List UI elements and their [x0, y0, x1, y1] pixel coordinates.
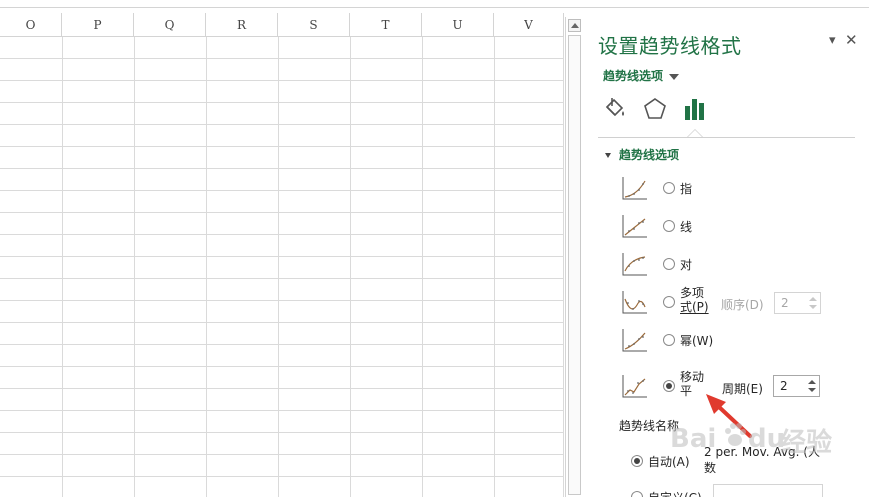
ribbon-edge — [0, 0, 869, 8]
paint-bucket-icon[interactable] — [601, 96, 627, 122]
period-stepper[interactable]: 2 — [773, 375, 820, 397]
selected-tab-pointer — [687, 129, 703, 137]
row-gridline — [0, 102, 564, 103]
spreadsheet-grid[interactable]: O P Q R S T U V — [0, 13, 564, 497]
row-gridline — [0, 410, 564, 411]
column-gridline — [134, 37, 135, 497]
row-gridline — [0, 190, 564, 191]
row-gridline — [0, 168, 564, 169]
row-gridline — [0, 212, 564, 213]
polynomial-label-line1: 多项 — [680, 286, 705, 300]
moving-average-label: 移动 平 — [680, 370, 710, 398]
column-gridline — [206, 37, 207, 497]
order-label: 顺序(D) — [721, 298, 764, 312]
column-gridline — [278, 37, 279, 497]
row-gridline — [0, 234, 564, 235]
vertical-scrollbar[interactable] — [565, 17, 582, 497]
bar-chart-icon[interactable] — [682, 96, 708, 122]
column-gridline — [494, 37, 495, 497]
exponential-radio[interactable] — [663, 182, 675, 194]
pentagon-icon[interactable] — [642, 96, 668, 122]
polynomial-label-line2: 式(P) — [680, 300, 709, 314]
column-gridline — [62, 37, 63, 497]
row-gridline — [0, 476, 564, 477]
name-auto-radio[interactable] — [631, 455, 643, 467]
row-gridline — [0, 256, 564, 257]
column-header-t[interactable]: T — [350, 13, 422, 37]
section-trendline-options[interactable]: 趋势线选项 — [605, 146, 679, 163]
moving-average-trend-icon — [622, 375, 647, 398]
trendline-options-dropdown[interactable]: 趋势线选项 — [603, 67, 680, 84]
row-gridline — [0, 146, 564, 147]
linear-label: 线 — [680, 220, 693, 234]
name-custom-radio[interactable] — [631, 491, 643, 497]
moving-average-radio[interactable] — [663, 380, 675, 392]
column-header-v[interactable]: V — [494, 13, 564, 37]
cell-area[interactable] — [0, 37, 564, 497]
column-header-p[interactable]: P — [62, 13, 134, 37]
column-header-r[interactable]: R — [206, 13, 278, 37]
moving-average-label-line1: 移动 — [680, 370, 705, 384]
moving-average-label-line2: 平 — [680, 384, 693, 398]
column-header-q[interactable]: Q — [134, 13, 206, 37]
power-trend-icon — [622, 329, 647, 352]
row-gridline — [0, 366, 564, 367]
column-gridline — [422, 37, 423, 497]
column-gridline — [350, 37, 351, 497]
pane-title: 设置趋势线格式 — [598, 34, 742, 58]
power-label: 幂(W) — [680, 334, 714, 348]
dropdown-label: 趋势线选项 — [603, 69, 664, 83]
logarithmic-label: 对 — [680, 258, 693, 272]
scroll-up-button[interactable] — [568, 19, 581, 32]
row-gridline — [0, 388, 564, 389]
name-custom-label: 自定义(C) — [648, 489, 702, 497]
order-up-arrow-icon — [809, 297, 817, 301]
linear-trend-icon — [622, 215, 647, 238]
section-label: 趋势线选项 — [619, 148, 680, 162]
logarithmic-trend-icon — [622, 253, 647, 276]
power-radio[interactable] — [663, 334, 675, 346]
row-gridline — [0, 278, 564, 279]
polynomial-trend-icon — [622, 291, 647, 314]
pane-options-caret-icon[interactable]: ▾ — [829, 33, 836, 48]
period-down-arrow-icon[interactable] — [808, 388, 816, 392]
exponential-trend-icon — [622, 177, 647, 200]
custom-name-input[interactable] — [713, 484, 823, 497]
scroll-thumb[interactable] — [568, 35, 581, 495]
trendline-name-heading: 趋势线名称 — [619, 419, 680, 433]
exponential-label: 指 — [680, 182, 693, 196]
period-label: 周期(E) — [722, 382, 763, 396]
row-gridline — [0, 124, 564, 125]
auto-name-text: 2 per. Mov. Avg. (人数 — [704, 445, 820, 475]
column-header-u[interactable]: U — [422, 13, 494, 37]
row-gridline — [0, 300, 564, 301]
collapse-triangle-icon — [605, 153, 611, 158]
polynomial-label: 多项 式(P) — [680, 286, 710, 314]
polynomial-radio[interactable] — [663, 296, 675, 308]
name-auto-label: 自动(A) — [648, 455, 690, 469]
column-header-row: O P Q R S T U V — [0, 13, 564, 37]
row-gridline — [0, 432, 564, 433]
order-value: 2 — [781, 296, 789, 310]
row-gridline — [0, 322, 564, 323]
logarithmic-radio[interactable] — [663, 258, 675, 270]
row-gridline — [0, 58, 564, 59]
row-gridline — [0, 344, 564, 345]
linear-radio[interactable] — [663, 220, 675, 232]
format-trendline-pane: 设置趋势线格式 ▾ ✕ 趋势线选项 趋势线选项 指 线 对 多项 式(P) 顺序… — [583, 13, 869, 497]
row-gridline — [0, 454, 564, 455]
order-down-arrow-icon — [809, 305, 817, 309]
column-header-s[interactable]: S — [278, 13, 350, 37]
period-value[interactable]: 2 — [780, 379, 788, 393]
tab-separator — [598, 137, 855, 138]
column-header-o[interactable]: O — [0, 13, 62, 37]
order-stepper: 2 — [774, 292, 821, 314]
close-icon[interactable]: ✕ — [845, 31, 858, 49]
period-up-arrow-icon[interactable] — [808, 380, 816, 384]
row-gridline — [0, 80, 564, 81]
column-gridline — [563, 37, 564, 497]
chevron-down-icon — [669, 73, 680, 80]
